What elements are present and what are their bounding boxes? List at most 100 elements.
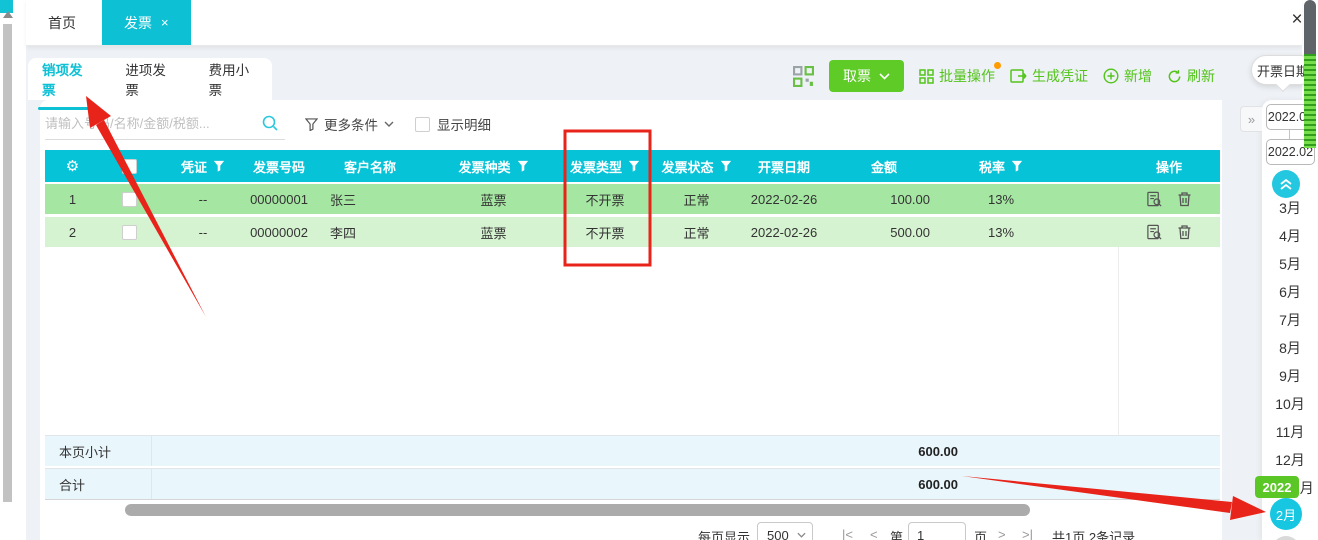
tab-home-label: 首页 (48, 14, 76, 31)
horizontal-scrollbar[interactable] (125, 504, 1030, 516)
filter-icon[interactable] (1011, 160, 1023, 172)
col-header-label: 金额 (870, 159, 897, 175)
month-item-selected[interactable]: 2月 (1270, 498, 1302, 530)
refresh-button[interactable]: 刷新 (1167, 66, 1215, 86)
prev-page-button[interactable]: < (870, 527, 878, 540)
table-row[interactable]: 2 -- 00000002 李四 蓝票 不开票 正常 2022-02-26 500.00 13% (45, 217, 1220, 247)
search-input[interactable] (45, 110, 253, 136)
page-number-input[interactable] (909, 527, 949, 540)
col-header-tax[interactable]: 税率 (940, 150, 1062, 182)
generate-voucher-label: 生成凭证 (1032, 68, 1088, 84)
page-number-box[interactable] (908, 522, 966, 540)
row-checkbox[interactable] (121, 191, 137, 207)
batch-actions-button[interactable]: 批量操作 (919, 62, 1001, 86)
tab-home[interactable]: 首页 (26, 0, 98, 45)
month-item-10月[interactable]: 10月 (1262, 394, 1318, 414)
col-header-label: 开票日期 (757, 159, 810, 175)
cell-kind: 蓝票 (480, 192, 507, 208)
view-detail-icon[interactable] (1146, 224, 1163, 241)
cell-ops[interactable] (1118, 217, 1220, 247)
table-bottom-border (45, 499, 1220, 500)
search-icon[interactable] (261, 114, 279, 132)
show-detail-toggle[interactable]: 显示明细 (415, 114, 491, 134)
col-header-label: 发票种类 (458, 159, 511, 175)
tab-invoice[interactable]: 发票 × (102, 0, 191, 45)
delete-icon[interactable] (1177, 224, 1192, 240)
subtab-1[interactable]: 进项发票 (121, 48, 178, 110)
table-header: ⚙ 凭证 发票号码 客户名称 发票种类 发票类型 发票状态 开票日期 金额 税率 操作 (45, 150, 1220, 182)
col-header-label: 操作 (1155, 159, 1182, 175)
refresh-label: 刷新 (1187, 68, 1215, 84)
summary-label: 本页小计 (45, 436, 152, 466)
month-item-4月[interactable]: 4月 (1262, 226, 1318, 246)
collapse-panel-button[interactable]: » (1240, 106, 1262, 132)
col-header-kind[interactable]: 发票种类 (430, 150, 557, 182)
cell-invoice_no: 00000002 (250, 224, 308, 240)
table-row[interactable]: 1 -- 00000001 张三 蓝票 不开票 正常 2022-02-26 100.00 13% (45, 184, 1220, 214)
col-header-voucher[interactable]: 凭证 (158, 150, 248, 182)
last-page-button[interactable]: >| (1022, 527, 1033, 540)
add-button[interactable]: 新增 (1103, 66, 1152, 86)
next-page-button[interactable]: > (998, 527, 1006, 540)
filter-icon[interactable] (720, 160, 732, 172)
col-header-rownum[interactable]: ⚙ (45, 150, 100, 182)
month-item-12月[interactable]: 12月 (1262, 450, 1318, 470)
month-item-3月[interactable]: 3月 (1262, 198, 1318, 218)
month-item-7月[interactable]: 7月 (1262, 310, 1318, 330)
show-detail-checkbox[interactable] (415, 116, 430, 132)
first-page-button[interactable]: |< (842, 527, 853, 540)
gear-icon[interactable]: ⚙ (66, 157, 79, 175)
cell-kind: 蓝票 (480, 225, 507, 241)
filter-icon[interactable] (628, 160, 640, 172)
scroll-up-arrow-icon[interactable] (3, 11, 13, 18)
month-item-9月[interactable]: 9月 (1262, 366, 1318, 386)
vertical-scrollbar-thumb[interactable] (1304, 0, 1316, 54)
cell-voucher: -- (198, 191, 208, 207)
summary-label: 合计 (45, 469, 152, 499)
month-item-8月[interactable]: 8月 (1262, 338, 1318, 358)
more-conditions-button[interactable]: 更多条件 (305, 114, 394, 134)
subtab-0[interactable]: 销项发票 (38, 48, 96, 110)
month-item-5月[interactable]: 5月 (1262, 254, 1318, 274)
cell-ops[interactable] (1118, 184, 1220, 214)
summary-amount: 600.00 (918, 476, 958, 492)
cell-invoice_no: 00000001 (250, 191, 308, 207)
qr-scan-icon[interactable] (793, 65, 814, 87)
filter-icon[interactable] (517, 160, 529, 172)
tab-close-icon[interactable]: × (161, 15, 169, 30)
left-scrollbar[interactable] (3, 24, 12, 502)
col-header-status[interactable]: 发票状态 (653, 150, 740, 182)
page-subtotal-row: 本页小计 600.00 (45, 435, 1220, 466)
delete-icon[interactable] (1177, 191, 1192, 207)
page-prefix-label: 第 (890, 530, 904, 540)
cell-amount: 500.00 (890, 224, 930, 240)
cell-spacer (1062, 184, 1118, 214)
cell-amount: 100.00 (890, 191, 930, 207)
cell-customer: 张三 (330, 192, 357, 208)
filter-icon[interactable] (213, 160, 225, 172)
subtab-2[interactable]: 费用小票 (205, 48, 262, 110)
vertical-scrollbar-progress[interactable] (1304, 54, 1316, 148)
row-checkbox[interactable] (121, 224, 137, 240)
month-item-6月[interactable]: 6月 (1262, 282, 1318, 302)
cell-status: 正常 (683, 225, 710, 241)
cell-date: 2022-02-26 (750, 224, 818, 240)
col-header-invoice_no: 发票号码 (248, 150, 310, 182)
month-item-11月[interactable]: 11月 (1262, 422, 1318, 442)
col-header-type[interactable]: 发票类型 (557, 150, 653, 182)
fetch-invoice-button[interactable]: 取票 (829, 60, 904, 92)
show-detail-label: 显示明细 (437, 118, 491, 133)
select-all-checkbox[interactable] (121, 158, 137, 174)
grid-icon (919, 68, 934, 84)
col-header-check[interactable] (100, 150, 158, 182)
generate-voucher-button[interactable]: 生成凭证 (1010, 66, 1088, 86)
cell-check[interactable] (100, 184, 158, 214)
tab-invoice-label: 发票 (124, 14, 152, 31)
voucher-icon (1010, 69, 1027, 83)
per-page-select[interactable]: 500 (757, 522, 813, 540)
cell-check[interactable] (100, 217, 158, 247)
view-detail-icon[interactable] (1146, 191, 1163, 208)
scroll-months-up-button[interactable] (1272, 170, 1300, 198)
window-tabbar: 首页 发票 × (26, 0, 1302, 46)
cell-date: 2022-02-26 (750, 191, 818, 207)
